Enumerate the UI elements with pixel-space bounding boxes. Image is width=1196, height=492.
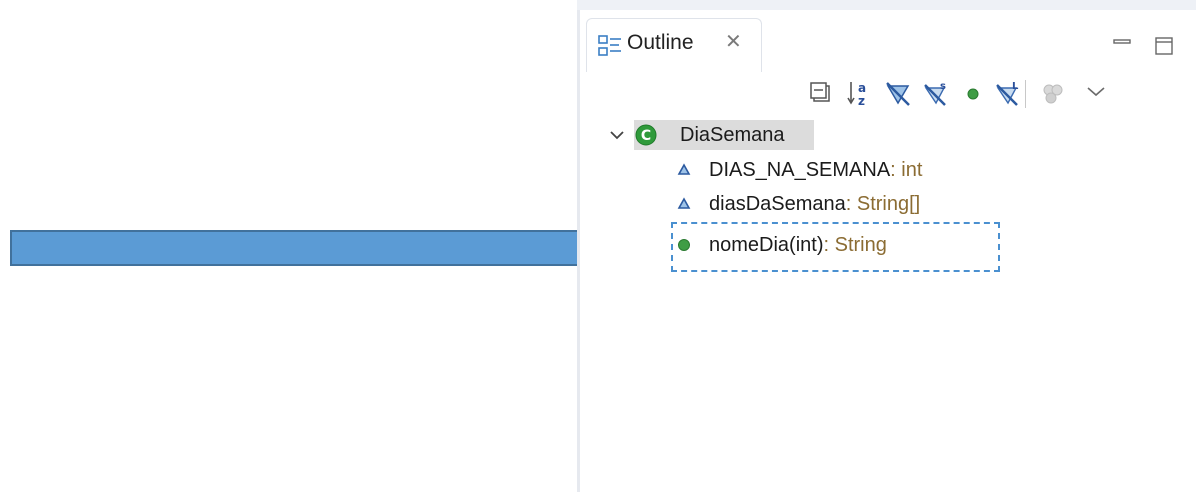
field-icon: [677, 163, 691, 175]
pointer-arrow: [10, 219, 660, 277]
view-menu-chevron-icon[interactable]: [1081, 78, 1111, 108]
chevron-down-icon[interactable]: [609, 127, 625, 143]
tab-outline[interactable]: Outline ✕: [586, 18, 762, 72]
panel-top-strip: [577, 0, 1196, 10]
view-tab-strip: Outline ✕: [580, 10, 1196, 72]
panel-border: [577, 0, 580, 492]
svg-text:a: a: [858, 81, 866, 95]
outline-view-icon: [598, 35, 621, 56]
tree-class-node[interactable]: C DiaSemana: [609, 120, 785, 150]
member-type: : int: [890, 158, 923, 181]
tab-close-icon[interactable]: ✕: [725, 29, 742, 53]
minimize-icon[interactable]: [1112, 36, 1134, 50]
svg-text:C: C: [641, 128, 651, 144]
svg-text:z: z: [858, 94, 865, 108]
link-with-editor-icon[interactable]: [1039, 78, 1069, 108]
svg-text:s: s: [940, 81, 946, 92]
member-name: nomeDia(int): [709, 233, 824, 256]
hide-fields-icon[interactable]: [883, 78, 913, 108]
collapse-all-icon[interactable]: [807, 78, 837, 108]
member-type: : String: [823, 233, 887, 256]
member-name: diasDaSemana: [709, 192, 846, 215]
svg-text:L: L: [1012, 81, 1019, 92]
public-method-icon: [678, 239, 690, 251]
field-icon: [677, 197, 691, 209]
hide-static-icon[interactable]: s: [921, 78, 951, 108]
toolbar-separator: [1025, 80, 1026, 108]
member-type: : String[]: [845, 192, 921, 215]
class-icon: C: [635, 124, 657, 146]
tree-member-row[interactable]: DIAS_NA_SEMANA : int: [677, 155, 922, 185]
sort-alphabetical-icon[interactable]: a z: [845, 78, 875, 108]
tree-member-row-selected[interactable]: nomeDia(int) : String: [677, 230, 887, 260]
tab-outline-label: Outline: [627, 31, 694, 54]
member-name: DIAS_NA_SEMANA: [709, 158, 891, 181]
tree-member-row[interactable]: diasDaSemana : String[]: [677, 189, 920, 219]
maximize-icon[interactable]: [1154, 36, 1176, 58]
hide-local-types-icon[interactable]: L: [993, 78, 1023, 108]
outline-view-panel: Outline ✕ a z s L C DiaSemana DIAS_NA_SE…: [577, 0, 1196, 492]
class-name-label: DiaSemana: [680, 123, 785, 146]
public-method-filter-icon[interactable]: [959, 78, 989, 108]
